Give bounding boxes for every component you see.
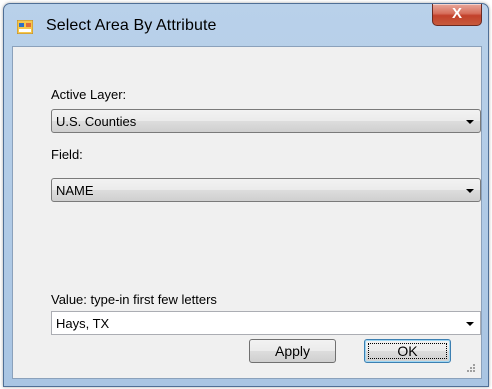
title-bar[interactable]: Select Area By Attribute X — [4, 4, 488, 46]
field-dropdown[interactable]: NAME — [51, 178, 481, 202]
value-input-text: Hays, TX — [56, 316, 110, 331]
active-layer-dropdown[interactable]: U.S. Counties — [51, 109, 481, 133]
apply-button[interactable]: Apply — [249, 339, 336, 363]
close-icon: X — [451, 5, 462, 22]
value-combo-input[interactable]: Hays, TX — [51, 311, 481, 335]
window-title: Select Area By Attribute — [46, 17, 217, 34]
chevron-down-icon — [466, 322, 474, 326]
field-value: NAME — [56, 183, 94, 198]
dialog-window: Select Area By Attribute X Active Layer:… — [3, 3, 489, 387]
dialog-content: Active Layer: U.S. Counties Field: NAME … — [12, 46, 482, 379]
active-layer-label: Active Layer: — [51, 87, 127, 102]
field-label: Field: — [51, 147, 83, 162]
focus-rectangle — [368, 343, 447, 359]
form-window-icon — [17, 20, 33, 34]
ok-button[interactable]: OK — [364, 339, 451, 363]
chevron-down-icon — [466, 189, 474, 193]
chevron-down-icon — [466, 120, 474, 124]
value-label: Value: type-in first few letters — [51, 292, 217, 307]
close-button[interactable]: X — [432, 4, 482, 26]
resize-grip-icon[interactable] — [467, 364, 475, 372]
active-layer-value: U.S. Counties — [56, 114, 137, 129]
